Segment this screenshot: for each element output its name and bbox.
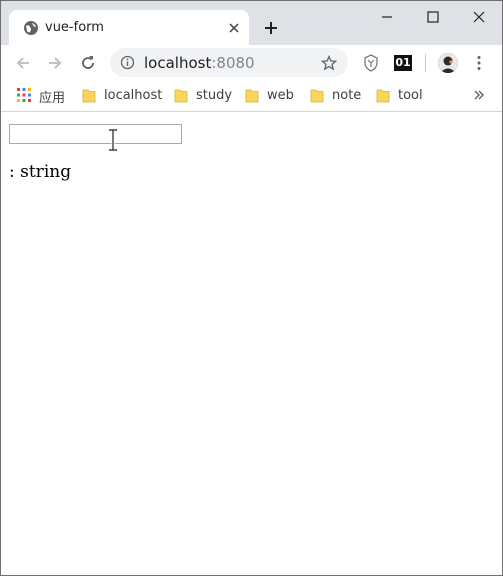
avatar-image <box>438 53 458 73</box>
output-text: : string <box>9 162 72 182</box>
folder-icon <box>245 89 259 103</box>
address-bar[interactable]: localhost:8080 <box>110 48 348 77</box>
folder-icon <box>174 89 188 103</box>
bookmarks-bar: 应用 localhost study web note tool <box>1 81 502 112</box>
chevron-double-right-icon[interactable] <box>473 89 485 101</box>
url-text: localhost:8080 <box>144 54 255 72</box>
info-icon[interactable] <box>120 55 135 70</box>
text-cursor-icon <box>109 129 117 151</box>
browser-window: vue-form localhost:8080 01 应用 localhost … <box>0 0 503 576</box>
back-arrow-icon[interactable] <box>14 54 32 72</box>
folder-icon <box>82 89 96 103</box>
tab-close-icon[interactable] <box>227 21 241 35</box>
tab-strip: vue-form <box>1 1 502 45</box>
shield-extension-icon[interactable] <box>363 54 379 72</box>
minimize-icon[interactable] <box>379 9 395 25</box>
folder-icon <box>376 89 390 103</box>
apps-grid-icon[interactable] <box>17 88 31 102</box>
tab-vue-form[interactable]: vue-form <box>9 10 249 45</box>
toolbar: localhost:8080 01 <box>1 45 502 81</box>
bookmark-label: localhost <box>104 88 163 103</box>
url-port: :8080 <box>211 54 255 72</box>
page-content: : string <box>1 113 502 575</box>
maximize-icon[interactable] <box>425 9 441 25</box>
extension-01-icon[interactable]: 01 <box>394 55 412 71</box>
bookmark-apps-label: 应用 <box>39 91 66 106</box>
reload-icon[interactable] <box>79 54 97 72</box>
bookmark-label: web <box>267 88 294 103</box>
url-host: localhost <box>144 54 212 72</box>
new-tab-icon[interactable] <box>263 20 279 36</box>
text-input[interactable] <box>9 124 182 144</box>
globe-icon <box>24 21 38 35</box>
folder-icon <box>310 89 324 103</box>
bookmark-apps[interactable]: 应用 <box>39 87 66 106</box>
tab-title: vue-form <box>45 20 104 35</box>
bookmark-label: study <box>196 88 233 103</box>
kebab-menu-icon[interactable] <box>476 55 482 71</box>
bookmark-label: tool <box>398 88 423 103</box>
forward-arrow-icon[interactable] <box>46 54 64 72</box>
toolbar-divider <box>425 54 426 72</box>
window-close-icon[interactable] <box>471 9 487 25</box>
star-icon[interactable] <box>321 55 337 71</box>
avatar[interactable] <box>438 53 458 73</box>
bookmark-label: note <box>332 88 362 103</box>
